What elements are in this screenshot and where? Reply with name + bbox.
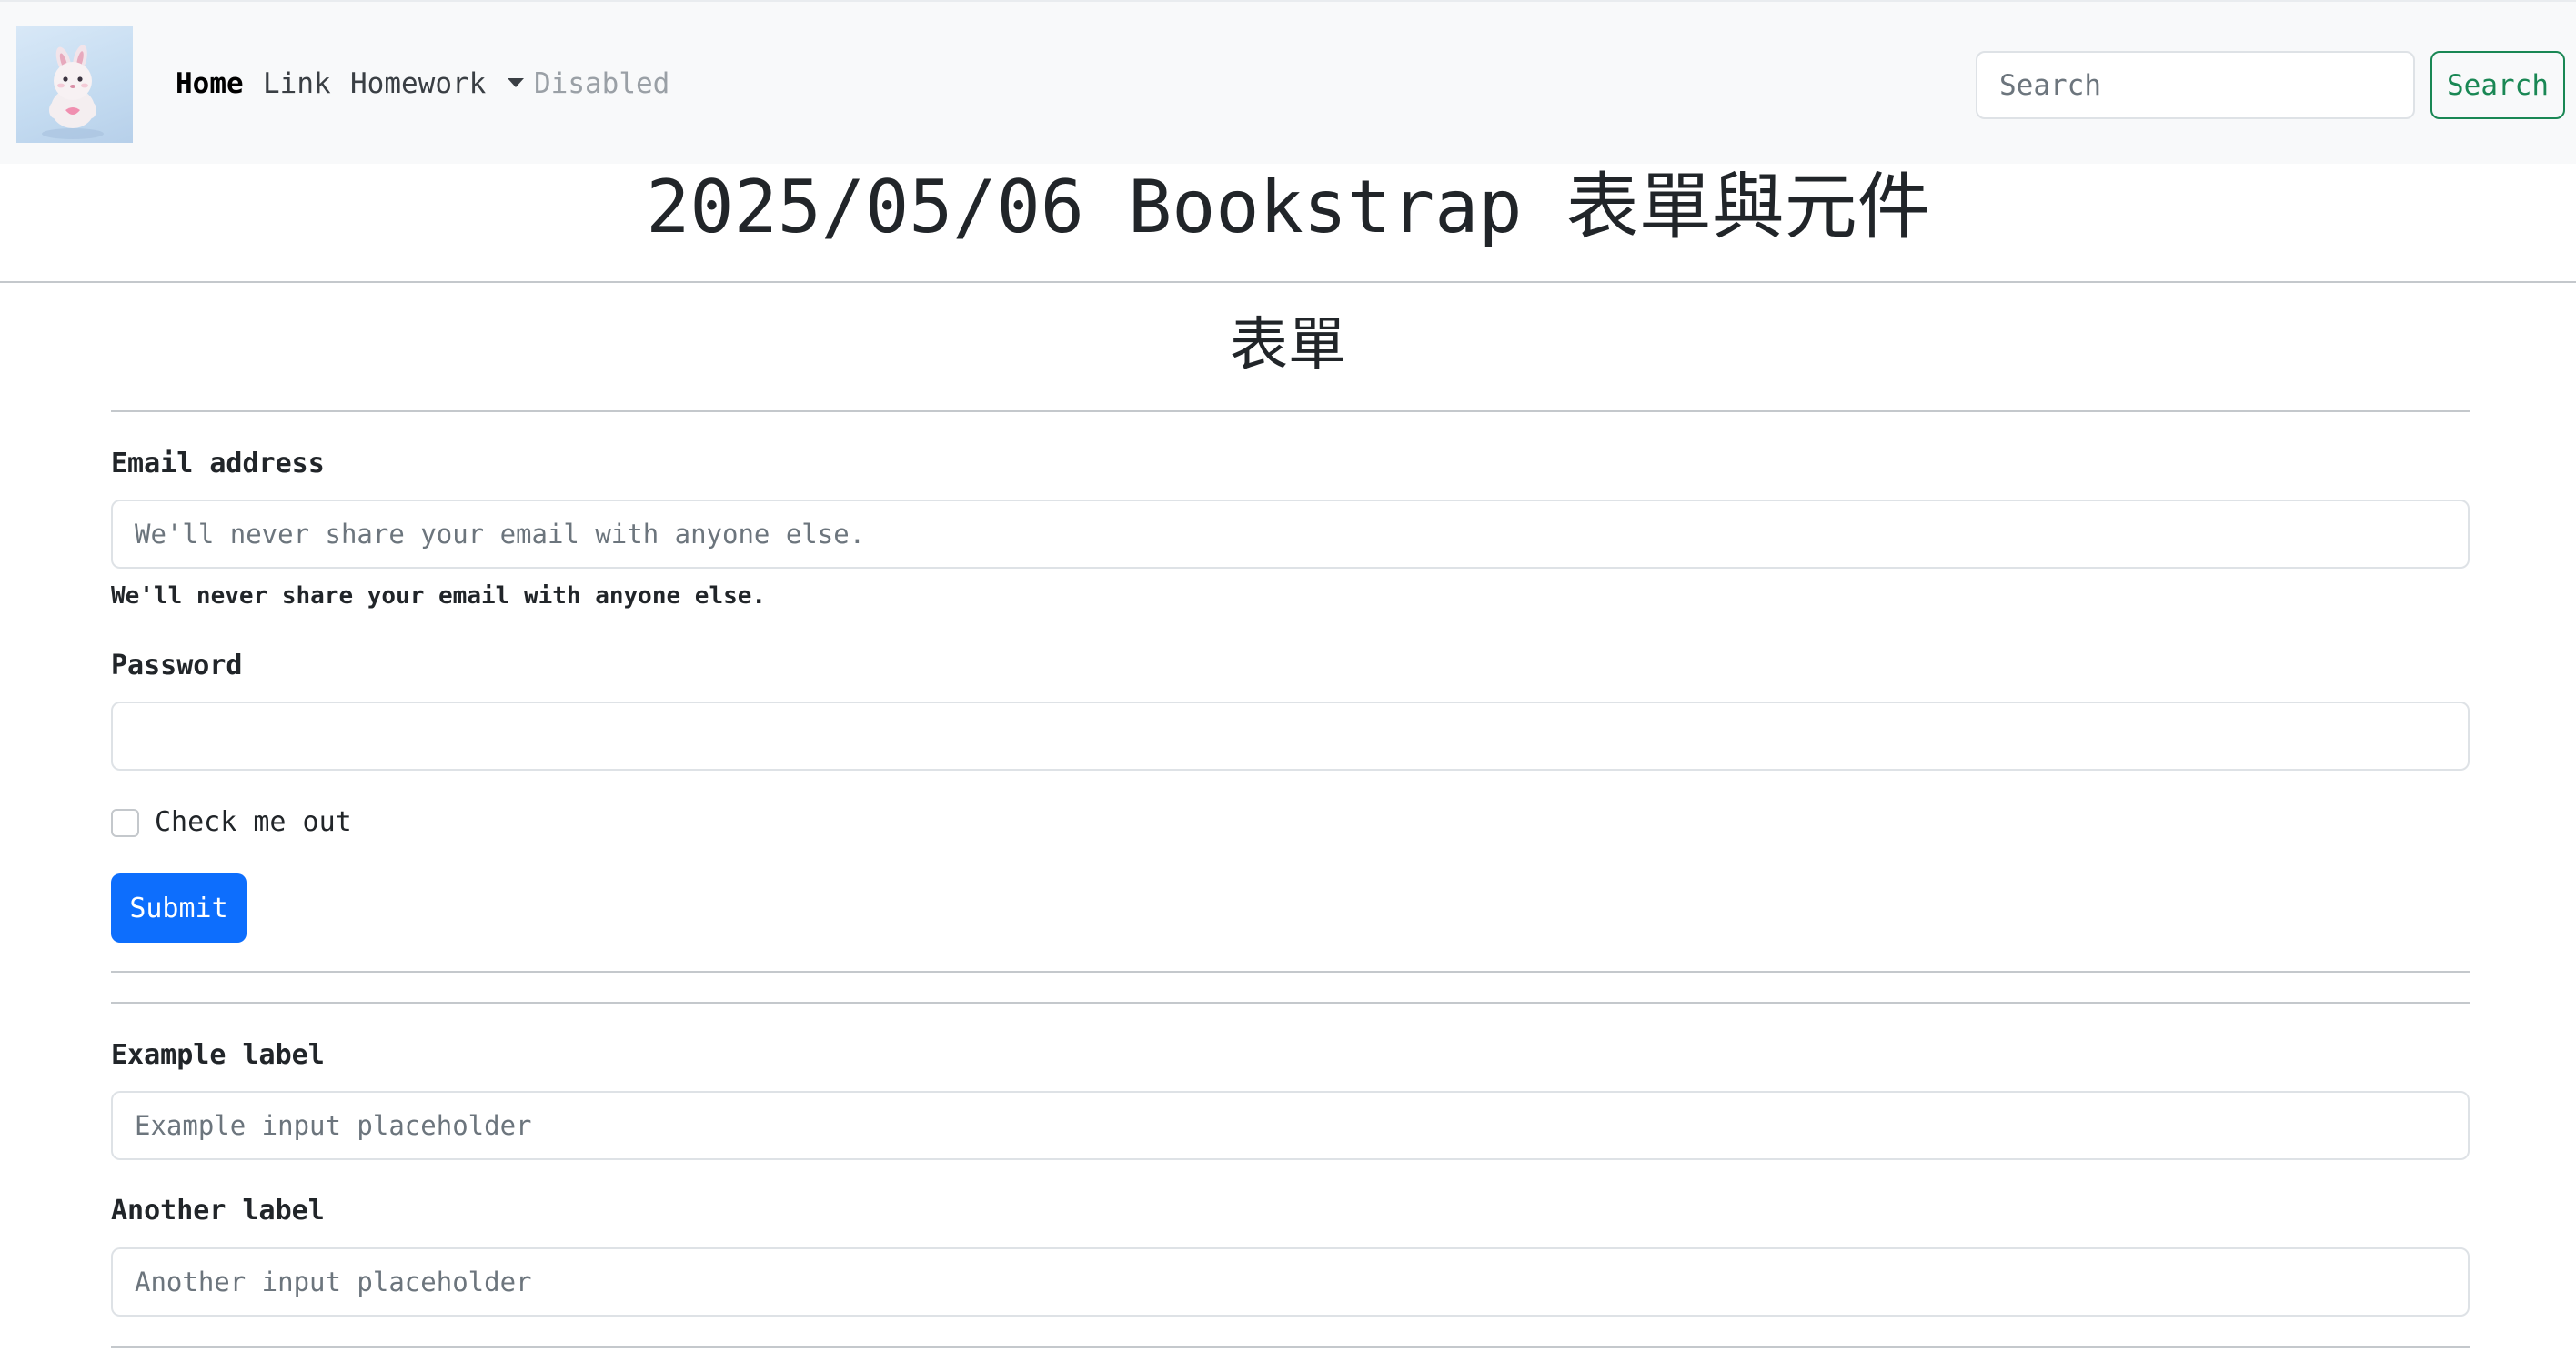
- check-me-out-checkbox[interactable]: [111, 809, 139, 837]
- page-title: 2025/05/06 Bookstrap 表單與元件: [646, 165, 1930, 249]
- nav-link-link[interactable]: Link: [263, 64, 331, 104]
- email-help-text: We'll never share your email with anyone…: [111, 582, 767, 610]
- section-title: 表單: [1230, 312, 1346, 379]
- search-input[interactable]: [1976, 51, 2415, 119]
- submit-button[interactable]: Submit: [111, 873, 247, 943]
- divider: [111, 1346, 2470, 1348]
- another-input[interactable]: [111, 1247, 2470, 1317]
- nav-link-disabled: Disabled: [534, 67, 670, 100]
- bunny-plush-icon: [42, 45, 104, 139]
- caret-down-icon: [508, 78, 525, 87]
- divider: [111, 971, 2470, 973]
- another-label: Another label: [111, 1195, 325, 1227]
- password-field[interactable]: [111, 702, 2470, 771]
- email-label: Email address: [111, 448, 325, 480]
- email-field[interactable]: [111, 500, 2470, 569]
- example-label: Example label: [111, 1039, 325, 1071]
- nav-dropdown-label: Homework: [350, 67, 487, 100]
- brand-logo[interactable]: [16, 26, 133, 143]
- nav-dropdown-homework[interactable]: Homework: [350, 64, 525, 104]
- example-input[interactable]: [111, 1091, 2470, 1160]
- divider: [0, 281, 2576, 283]
- divider: [111, 410, 2470, 412]
- search-button[interactable]: Search: [2430, 51, 2565, 119]
- navbar: Home Link Homework Disabled Search: [0, 0, 2576, 164]
- password-label: Password: [111, 650, 243, 682]
- nav-link-home[interactable]: Home: [176, 64, 244, 104]
- divider: [111, 1002, 2470, 1004]
- checkbox-label[interactable]: Check me out: [155, 804, 352, 841]
